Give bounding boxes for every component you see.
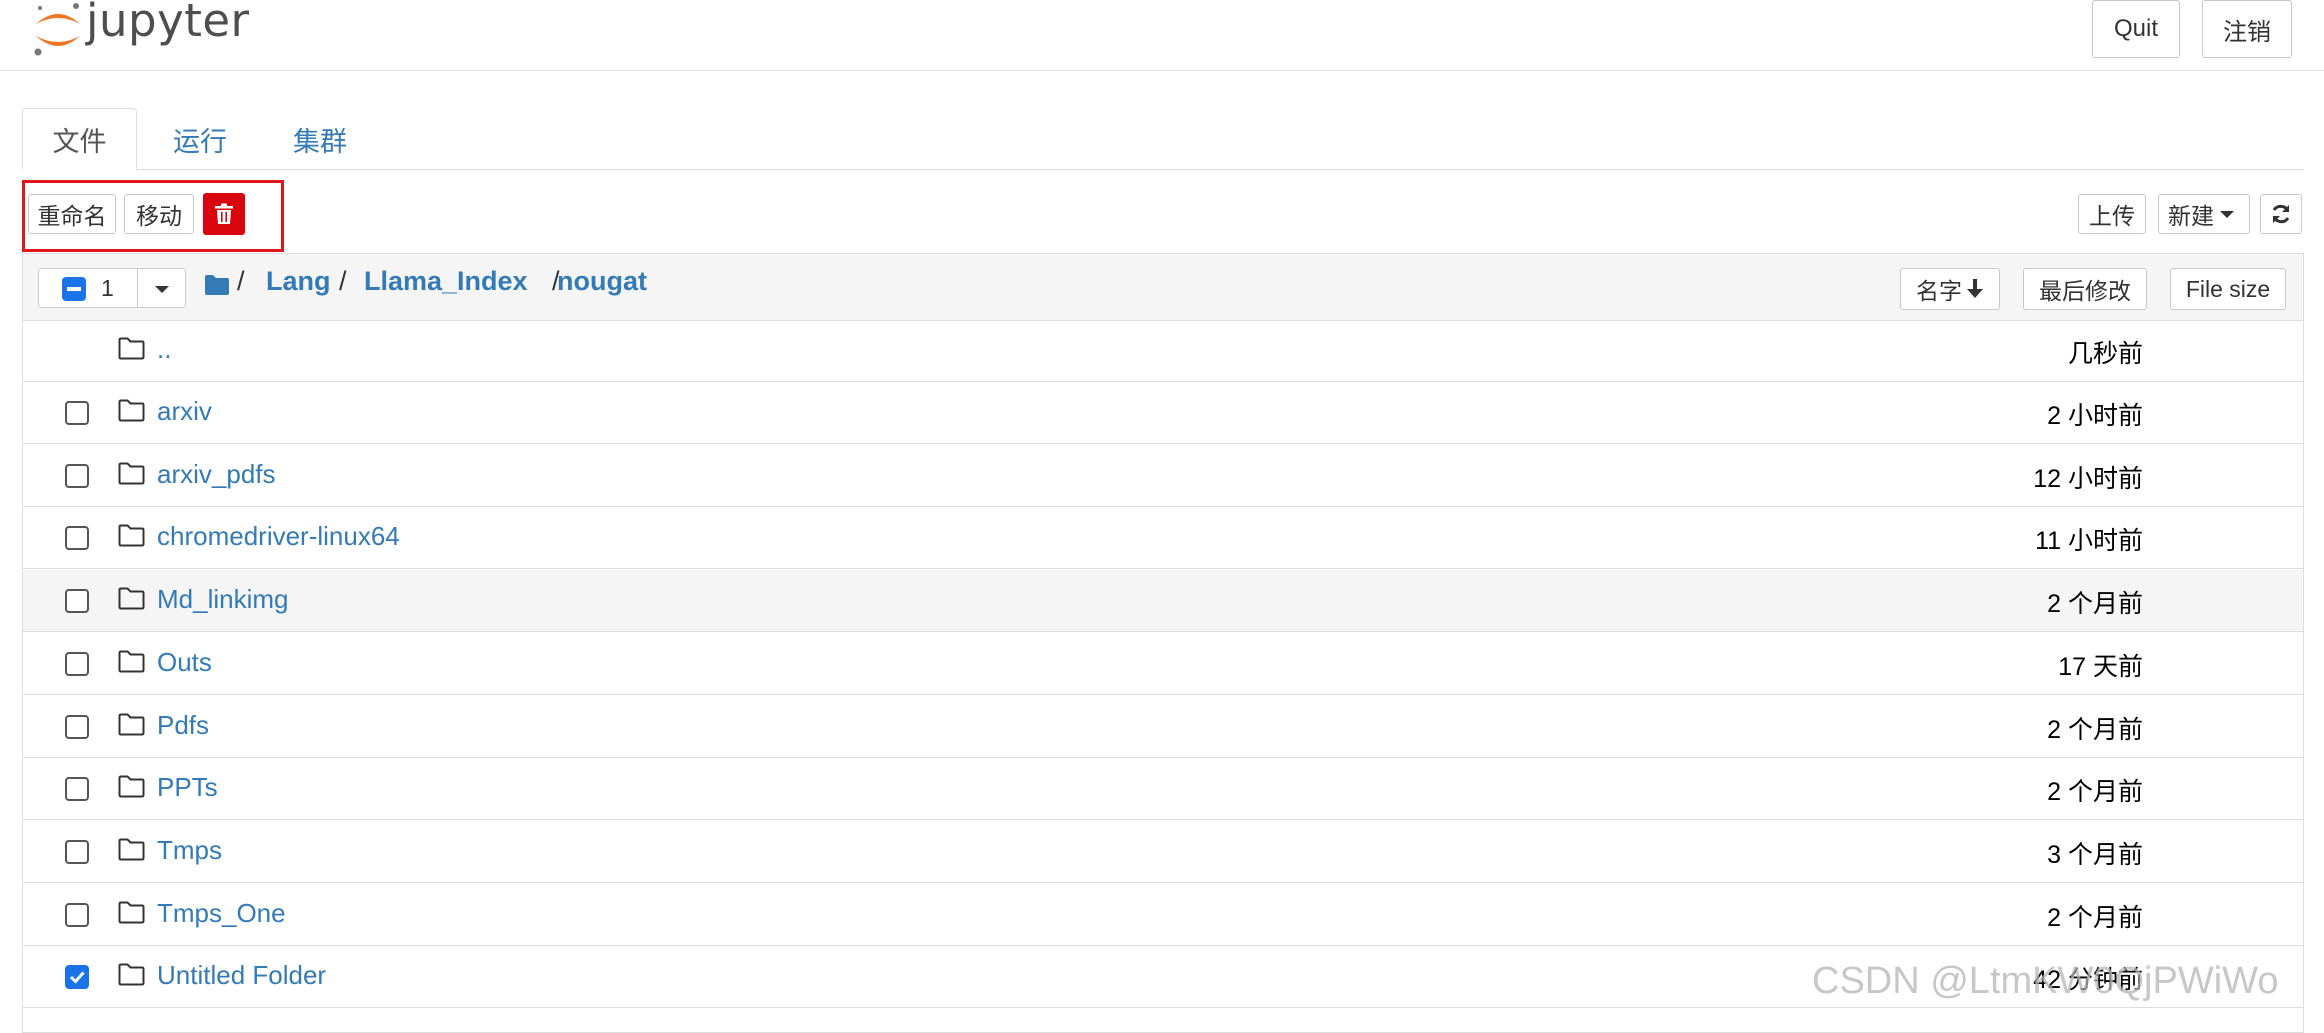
folder-link[interactable]: arxiv_pdfs — [157, 459, 276, 490]
caret-down-icon — [2220, 211, 2234, 218]
folder-icon — [118, 462, 145, 485]
sort-by-size-button[interactable]: File size — [2170, 268, 2286, 310]
row-checkbox[interactable] — [65, 589, 89, 613]
modified-time: 3 个月前 — [2047, 841, 2143, 869]
folder-icon — [118, 963, 145, 986]
modified-time: 2 个月前 — [2047, 904, 2143, 932]
modified-time: 2 个月前 — [2047, 778, 2143, 806]
upload-button[interactable]: 上传 — [2078, 194, 2146, 234]
selected-count: 1 — [101, 275, 114, 301]
folder-breadcrumb-icon[interactable] — [204, 274, 230, 296]
list-item[interactable]: arxiv_pdfs 12 小时前 — [23, 445, 2303, 507]
sort-name-label: 名字 — [1916, 278, 1962, 304]
sort-by-modified-button[interactable]: 最后修改 — [2023, 268, 2147, 310]
folder-icon — [118, 587, 145, 610]
list-item[interactable]: PPTs 2 个月前 — [23, 758, 2303, 820]
trash-icon — [215, 203, 233, 224]
tab-clusters[interactable]: 集群 — [270, 108, 370, 170]
folder-link[interactable]: Untitled Folder — [157, 960, 326, 991]
sort-by-name-button[interactable]: 名字 — [1900, 268, 2000, 310]
row-checkbox[interactable] — [65, 401, 89, 425]
breadcrumb-separator: / — [237, 266, 245, 296]
folder-icon — [118, 775, 145, 798]
row-checkbox[interactable] — [65, 903, 89, 927]
folder-icon — [118, 713, 145, 736]
tab-bar: 文件 运行 集群 — [22, 108, 2304, 170]
logo-text: jupyter — [86, 0, 250, 47]
arrow-down-icon — [1967, 279, 1983, 298]
row-checkbox[interactable] — [65, 777, 89, 801]
file-list-header: 1 / Lang / Llama_Index / nougat 名字 最后修改 … — [23, 254, 2303, 321]
list-item[interactable]: Tmps_One 2 个月前 — [23, 884, 2303, 946]
delete-button[interactable] — [203, 193, 245, 235]
header-bar: jupyter Quit 注销 — [0, 0, 2324, 71]
quit-button[interactable]: Quit — [2092, 0, 2180, 58]
folder-icon — [118, 399, 145, 422]
breadcrumb-llama-index[interactable]: Llama_Index — [364, 266, 528, 297]
row-checkbox[interactable] — [65, 464, 89, 488]
list-item[interactable]: arxiv 2 小时前 — [23, 382, 2303, 444]
folder-link[interactable]: chromedriver-linux64 — [157, 521, 400, 552]
jupyter-logo-icon — [34, 3, 80, 56]
folder-link[interactable]: Pdfs — [157, 710, 209, 741]
folder-link[interactable]: Md_linkimg — [157, 584, 289, 615]
modified-time: 17 天前 — [2058, 653, 2143, 681]
refresh-icon — [2272, 204, 2290, 224]
rename-button[interactable]: 重命名 — [28, 194, 116, 234]
new-dropdown-button[interactable]: 新建 — [2158, 194, 2250, 234]
row-checkbox[interactable] — [65, 652, 89, 676]
row-checkbox[interactable] — [65, 526, 89, 550]
folder-icon — [118, 901, 145, 924]
list-item[interactable]: Md_linkimg 2 个月前 — [23, 570, 2303, 632]
refresh-button[interactable] — [2260, 194, 2302, 234]
modified-time: 几秒前 — [2067, 340, 2143, 368]
folder-icon — [118, 524, 145, 547]
watermark: CSDN @LtmKW0QjPWiWo — [1812, 960, 2279, 1002]
tab-running[interactable]: 运行 — [150, 108, 250, 170]
selection-dropdown-caret-icon[interactable] — [155, 284, 169, 294]
modified-time: 2 个月前 — [2047, 590, 2143, 618]
list-item[interactable]: Outs 17 天前 — [23, 633, 2303, 695]
folder-icon — [118, 838, 145, 861]
breadcrumb-nougat[interactable]: nougat — [557, 266, 647, 297]
folder-link[interactable]: Tmps_One — [157, 898, 286, 929]
logout-button[interactable]: 注销 — [2202, 0, 2292, 58]
folder-link[interactable]: arxiv — [157, 396, 212, 427]
folder-link[interactable]: PPTs — [157, 772, 218, 803]
modified-time: 11 小时前 — [2035, 527, 2143, 555]
modified-time: 2 个月前 — [2047, 716, 2143, 744]
file-list-panel: 1 / Lang / Llama_Index / nougat 名字 最后修改 … — [22, 253, 2304, 1033]
modified-time: 2 小时前 — [2047, 402, 2143, 430]
modified-time: 12 小时前 — [2033, 465, 2143, 493]
folder-icon — [118, 337, 145, 360]
move-button[interactable]: 移动 — [124, 194, 194, 234]
breadcrumb-separator: / — [339, 266, 347, 296]
row-checkbox[interactable] — [65, 840, 89, 864]
checkmark-icon — [69, 971, 85, 984]
folder-icon — [118, 650, 145, 673]
folder-link[interactable]: Outs — [157, 647, 212, 678]
new-button-label: 新建 — [2168, 203, 2214, 229]
row-checkbox[interactable] — [65, 965, 89, 989]
list-item[interactable]: chromedriver-linux64 11 小时前 — [23, 507, 2303, 569]
select-all-group[interactable]: 1 — [38, 268, 186, 308]
parent-directory-row[interactable]: .. 几秒前 — [23, 320, 2303, 382]
breadcrumb-lang[interactable]: Lang — [266, 266, 331, 297]
parent-directory-link[interactable]: .. — [157, 334, 171, 365]
tab-files[interactable]: 文件 — [22, 108, 137, 170]
row-checkbox[interactable] — [65, 715, 89, 739]
folder-link[interactable]: Tmps — [157, 835, 222, 866]
select-all-checkbox[interactable] — [62, 277, 86, 301]
list-item[interactable]: Pdfs 2 个月前 — [23, 696, 2303, 758]
list-item[interactable]: Tmps 3 个月前 — [23, 821, 2303, 883]
